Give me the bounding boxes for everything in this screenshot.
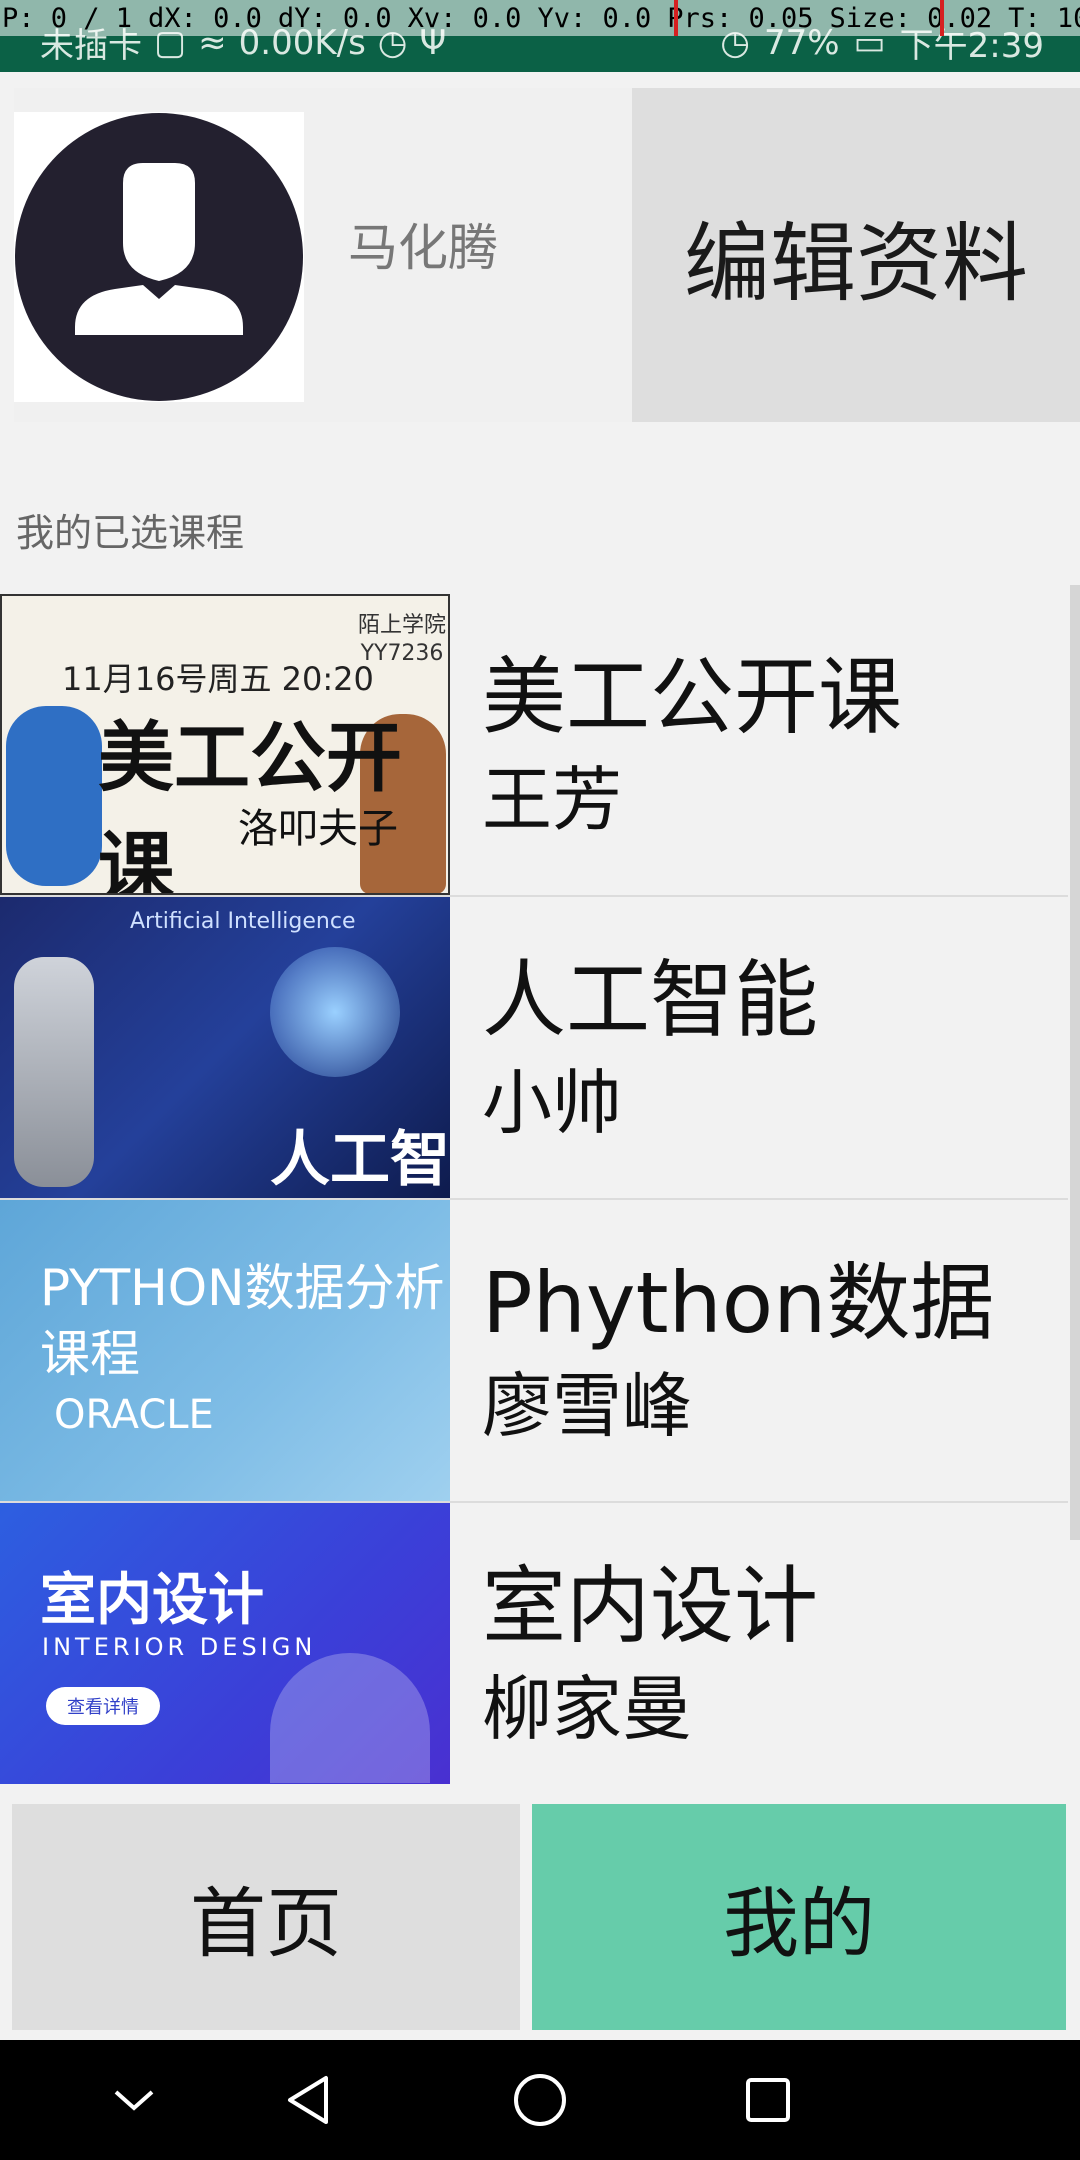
course-title: 室内设计: [482, 1557, 819, 1655]
course-teacher: 柳家曼: [482, 1668, 692, 1750]
debug-size: Size: 0.02: [829, 2, 993, 34]
thumb-date: 11月16号周五 20:20: [62, 660, 374, 698]
edit-profile-button[interactable]: 编辑资料: [632, 88, 1080, 422]
recents-icon[interactable]: [728, 2060, 808, 2140]
mascot-illustration: [6, 706, 102, 886]
course-thumbnail: PYTHON数据分析 课程 ORACLE: [0, 1200, 450, 1501]
thumb-title: PYTHON数据分析: [40, 1259, 445, 1317]
thumb-title: 人工智能: [270, 1125, 450, 1195]
course-thumbnail: Artificial Intelligence 人工智能: [0, 897, 450, 1198]
course-teacher: 小帅: [482, 1062, 622, 1144]
debug-dy: dY: 0.0: [277, 2, 392, 34]
debug-yv: Yv: 0.0: [537, 2, 652, 34]
debug-xv: Xv: 0.0: [407, 2, 522, 34]
course-title: Phython数据: [482, 1254, 995, 1352]
thumb-title-line2: 课程: [40, 1325, 140, 1383]
user-avatar-icon: [15, 113, 303, 401]
robot-hand-illustration: [14, 957, 94, 1187]
course-list[interactable]: 11月16号周五 20:20 美工公开课 洛叩夫子 陌上学院 YY7236 美工…: [0, 594, 1080, 1784]
debug-time: T: 101930: [1008, 2, 1080, 34]
profile-header: 马化腾 编辑资料: [14, 88, 1080, 422]
debug-pressure: Prs: 0.05: [667, 2, 814, 34]
system-nav-bar: [0, 2040, 1080, 2160]
thumb-subtitle: INTERIOR DESIGN: [42, 1633, 317, 1661]
furniture-illustration: [270, 1653, 430, 1783]
section-title: 我的已选课程: [16, 511, 245, 555]
thumb-header: Artificial Intelligence: [130, 909, 356, 934]
bottom-tab-bar: 首页 我的: [0, 1792, 1080, 2040]
course-teacher: 廖雪峰: [482, 1365, 692, 1447]
course-teacher: 王芳: [482, 759, 622, 841]
list-item[interactable]: 11月16号周五 20:20 美工公开课 洛叩夫子 陌上学院 YY7236 美工…: [0, 594, 1068, 897]
avatar[interactable]: [14, 112, 304, 402]
pointer-debug-overlay: P: 0 / 1 dX: 0.0 dY: 0.0 Xv: 0.0 Yv: 0.0…: [0, 0, 1080, 36]
thumb-details-pill: 查看详情: [46, 1687, 160, 1725]
debug-marker: [940, 0, 944, 36]
home-icon[interactable]: [500, 2060, 580, 2140]
debug-marker: [674, 0, 678, 36]
debug-pointer: P: 0 / 1: [2, 2, 133, 34]
list-item[interactable]: 室内设计 INTERIOR DESIGN 查看详情 室内设计 柳家曼: [0, 1503, 1068, 1784]
list-item[interactable]: PYTHON数据分析 课程 ORACLE Phython数据 廖雪峰: [0, 1200, 1068, 1503]
course-title: 美工公开课: [482, 648, 903, 746]
chevron-down-icon[interactable]: [94, 2060, 174, 2140]
course-title: 人工智能: [482, 951, 819, 1049]
thumb-subtitle: 洛叩夫子: [238, 806, 398, 852]
course-thumbnail: 11月16号周五 20:20 美工公开课 洛叩夫子 陌上学院 YY7236: [0, 594, 450, 895]
brain-illustration: [270, 947, 400, 1077]
thumb-title: 室内设计: [40, 1568, 264, 1633]
debug-dx: dX: 0.0: [148, 2, 262, 34]
list-item[interactable]: Artificial Intelligence 人工智能 人工智能 小帅: [0, 897, 1068, 1200]
course-thumbnail: 室内设计 INTERIOR DESIGN 查看详情: [0, 1503, 450, 1784]
back-icon[interactable]: [268, 2060, 348, 2140]
thumb-subtitle: ORACLE: [54, 1392, 214, 1438]
username: 马化腾: [348, 219, 498, 277]
tab-home[interactable]: 首页: [12, 1804, 520, 2030]
tab-mine[interactable]: 我的: [532, 1804, 1066, 2030]
scrollbar[interactable]: [1070, 585, 1080, 1540]
thumb-school: 陌上学院 YY7236: [358, 613, 447, 666]
